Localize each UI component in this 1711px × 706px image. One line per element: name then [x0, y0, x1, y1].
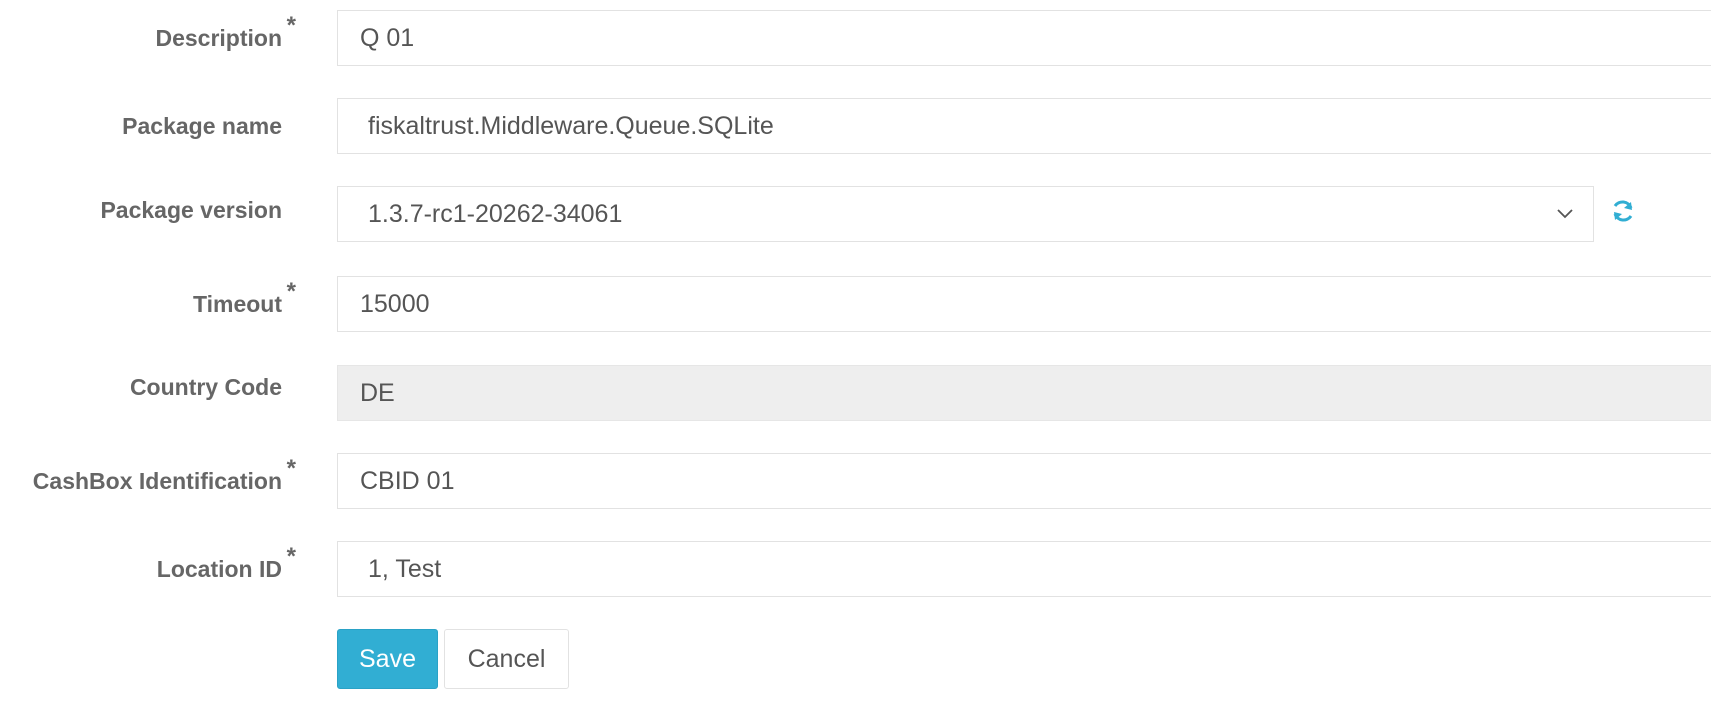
country-code-row: Country Code	[0, 365, 1711, 421]
description-input[interactable]	[337, 10, 1711, 66]
package-version-label-text: Package version	[100, 196, 282, 223]
required-asterisk: *	[286, 12, 296, 39]
country-code-input	[337, 365, 1711, 421]
package-name-label: Package name	[0, 98, 282, 154]
save-button[interactable]: Save	[337, 629, 438, 689]
country-code-label: Country Code	[0, 359, 282, 415]
cancel-button[interactable]: Cancel	[444, 629, 569, 689]
timeout-label: Timeout *	[0, 276, 296, 332]
location-id-label-text: Location ID	[156, 555, 282, 582]
queue-edit-form: Description * Package name Package versi…	[0, 0, 1711, 706]
timeout-label-text: Timeout	[192, 290, 282, 317]
timeout-row: Timeout *	[0, 276, 1711, 332]
package-version-label: Package version	[0, 182, 282, 238]
refresh-icon[interactable]	[1610, 198, 1636, 224]
cashbox-identification-label: CashBox Identification *	[0, 453, 296, 509]
package-name-row: Package name	[0, 98, 1711, 154]
cashbox-identification-input[interactable]	[337, 453, 1711, 509]
package-version-selected: 1.3.7-rc1-20262-34061	[368, 199, 623, 228]
package-version-row: Package version 1.3.7-rc1-20262-34061	[0, 186, 1711, 242]
chevron-down-icon	[1557, 209, 1573, 219]
package-version-select[interactable]: 1.3.7-rc1-20262-34061	[337, 186, 1594, 242]
required-asterisk: *	[286, 543, 296, 570]
timeout-input[interactable]	[337, 276, 1711, 332]
cashbox-identification-label-text: CashBox Identification	[32, 467, 282, 494]
cashbox-identification-row: CashBox Identification *	[0, 453, 1711, 509]
location-id-label: Location ID *	[0, 541, 296, 597]
location-id-row: Location ID *	[0, 541, 1711, 597]
description-label: Description *	[0, 10, 296, 66]
country-code-label-text: Country Code	[129, 373, 282, 400]
required-asterisk: *	[286, 455, 296, 482]
description-row: Description *	[0, 10, 1711, 66]
package-name-label-text: Package name	[122, 112, 282, 139]
package-name-input[interactable]	[337, 98, 1711, 154]
description-label-text: Description	[155, 24, 282, 51]
required-asterisk: *	[286, 278, 296, 305]
location-id-input[interactable]	[337, 541, 1711, 597]
